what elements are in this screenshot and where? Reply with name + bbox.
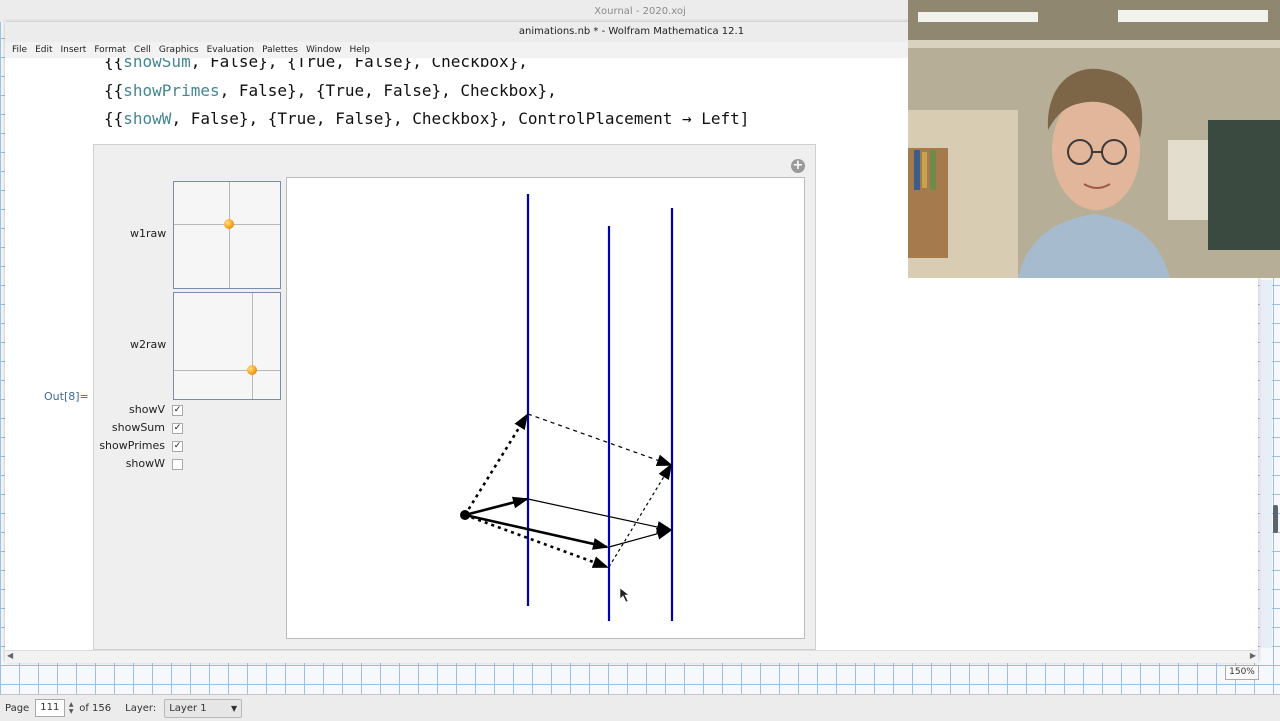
checkbox-showsum[interactable]: ✓	[172, 423, 183, 434]
scroll-left-icon[interactable]: ◀	[7, 651, 13, 660]
menu-graphics[interactable]: Graphics	[159, 45, 199, 55]
code-prefix: {{	[104, 81, 124, 100]
menu-cell[interactable]: Cell	[134, 45, 151, 55]
code-prefix: {{	[104, 109, 124, 128]
page-label: Page	[5, 702, 30, 714]
code-rest: , False}, {True, False}, Checkbox}, Cont…	[171, 109, 750, 128]
code-prefix: {{	[104, 58, 124, 71]
layer-dropdown[interactable]: Layer 1 ▼	[164, 698, 243, 718]
page-spinner-icon[interactable]: ▲ ▼	[67, 700, 75, 716]
code-rest: , False}, {True, False}, Checkbox},	[219, 81, 557, 100]
menu-file[interactable]: File	[12, 45, 27, 55]
code-line-showsum[interactable]: {{showSum, False}, {True, False}, Checkb…	[104, 58, 528, 71]
horizontal-scrollbar[interactable]: ◀ ▶	[5, 650, 1258, 663]
checkbox-label-showprimes: showPrimes	[99, 439, 165, 452]
sum-edge-top	[527, 498, 673, 533]
scroll-right-icon[interactable]: ▶	[1250, 651, 1256, 660]
checkbox-label-showsum: showSum	[111, 421, 165, 434]
checkbox-label-showv: showV	[129, 403, 165, 416]
output-label: Out[8]=	[44, 390, 89, 403]
webcam-overlay	[908, 0, 1280, 278]
vector-plot-svg	[460, 194, 674, 621]
xournal-status-bar: Page 111 ▲ ▼ of 156 Layer: Layer 1 ▼	[0, 694, 1280, 721]
menu-format[interactable]: Format	[94, 45, 126, 55]
origin-point	[460, 510, 470, 520]
code-line-showprimes[interactable]: {{showPrimes, False}, {True, False}, Che…	[104, 81, 557, 100]
plus-icon[interactable]: +	[791, 159, 805, 173]
menu-edit[interactable]: Edit	[35, 45, 52, 55]
manipulate-panel: + w1raw w2raw showV ✓ showSum ✓ showPrim…	[93, 144, 816, 650]
vector-v2	[464, 513, 609, 550]
page-count: of 156	[79, 702, 112, 714]
layer-label: Layer:	[125, 702, 157, 714]
pad-crosshair-vertical	[252, 293, 254, 399]
xournal-page-margin	[1260, 280, 1272, 648]
code-rest: , False}, {True, False}, Checkbox},	[190, 58, 528, 71]
pad-handle[interactable]	[224, 219, 235, 230]
mouse-cursor-icon	[619, 587, 630, 603]
slider-label-w2raw: w2raw	[130, 338, 167, 351]
pad-handle[interactable]	[247, 365, 258, 376]
zoom-level[interactable]: 150%	[1225, 665, 1259, 680]
checkbox-label-showw: showW	[125, 457, 165, 470]
menu-insert[interactable]: Insert	[61, 45, 87, 55]
sum-edge-right	[608, 527, 673, 548]
checkbox-showv[interactable]: ✓	[172, 405, 183, 416]
menu-evaluation[interactable]: Evaluation	[207, 45, 255, 55]
page-number-input[interactable]: 111	[35, 699, 66, 717]
code-symbol: showSum	[123, 58, 191, 71]
slider-label-w1raw: w1raw	[130, 227, 167, 240]
chevron-down-icon: ▼	[231, 703, 238, 713]
slider2d-w1raw[interactable]	[173, 181, 281, 289]
code-line-showw[interactable]: {{showW, False}, {True, False}, Checkbox…	[104, 109, 749, 128]
webcam-feed	[908, 0, 1280, 278]
menu-palettes[interactable]: Palettes	[262, 45, 298, 55]
code-symbol: showPrimes	[123, 81, 220, 100]
pad-crosshair-horizontal	[174, 370, 280, 372]
menu-help[interactable]: Help	[349, 45, 370, 55]
vector-plot[interactable]	[286, 177, 805, 639]
checkbox-showprimes[interactable]: ✓	[172, 441, 183, 452]
pad-crosshair-vertical	[229, 182, 231, 288]
checkbox-showw[interactable]	[172, 459, 183, 470]
layer-dropdown-value: Layer 1	[169, 702, 207, 714]
dashed-parallelogram-right	[608, 463, 673, 568]
menu-window[interactable]: Window	[306, 45, 342, 55]
slider2d-w2raw[interactable]	[173, 292, 281, 400]
xournal-outer-scrollbar-thumb[interactable]	[1273, 505, 1278, 533]
vector-prime-v1	[463, 413, 529, 516]
dashed-parallelogram-top	[527, 413, 673, 466]
code-symbol: showW	[123, 109, 172, 128]
